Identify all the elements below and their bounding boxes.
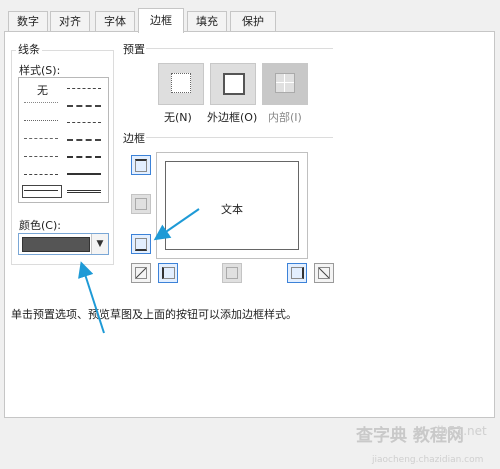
tab-border[interactable]: 边框 [138, 8, 184, 33]
watermark-line1: 查字典 [356, 426, 407, 446]
chevron-down-icon[interactable]: ▼ [91, 234, 108, 254]
line-style-dashed[interactable] [24, 174, 58, 175]
preset-outline-button[interactable] [210, 63, 256, 105]
border-left-button[interactable] [158, 263, 178, 283]
border-bottom-button[interactable] [131, 234, 151, 254]
preset-inside-label: 内部(I) [268, 111, 302, 124]
hint-text: 单击预置选项、预览草图及上面的按钮可以添加边框样式。 [11, 308, 297, 321]
line-style-dotted[interactable] [24, 120, 58, 121]
preset-group-title: 预置 [121, 41, 147, 57]
tab-protection-label: 保护 [242, 15, 264, 28]
line-style-none[interactable]: 无 [37, 82, 48, 98]
diagonal-up-icon [135, 267, 147, 279]
border-right-icon [291, 267, 304, 279]
line-style-thin-selected[interactable] [22, 185, 62, 198]
preset-none-label: 无(N) [164, 111, 192, 124]
tab-alignment-label: 对齐 [59, 15, 81, 28]
line-style-dash-dot[interactable] [24, 156, 58, 157]
border-left-icon [162, 267, 175, 279]
color-swatch [22, 237, 90, 252]
border-diagonal-up-button[interactable] [131, 263, 151, 283]
border-right-button[interactable] [287, 263, 307, 283]
preview-text: 文本 [221, 203, 243, 216]
tab-fill[interactable]: 填充 [187, 11, 227, 32]
watermark-site: jb51.net [437, 424, 487, 438]
preset-divider [146, 48, 333, 49]
watermark-url: jiaocheng.chazidian.com [372, 455, 484, 465]
line-style-dash-dot-dot-right[interactable] [67, 88, 101, 89]
tab-fill-label: 填充 [196, 15, 218, 28]
border-top-icon [135, 159, 147, 172]
border-top-button[interactable] [131, 155, 151, 175]
line-style-slant-dash-dot[interactable] [67, 122, 101, 123]
style-label: 样式(S): [19, 64, 61, 77]
border-divider [146, 137, 333, 138]
preset-inside-button[interactable] [262, 63, 308, 105]
tab-number[interactable]: 数字 [8, 11, 48, 32]
border-bottom-icon [135, 238, 147, 251]
tab-number-label: 数字 [17, 15, 39, 28]
preset-inside-icon [275, 73, 295, 93]
border-preview[interactable]: 文本 [156, 152, 308, 259]
preset-none-button[interactable] [158, 63, 204, 105]
line-style-double[interactable] [67, 190, 101, 193]
line-style-medium-dashed[interactable] [67, 156, 101, 158]
border-group-title: 边框 [121, 130, 147, 146]
color-label: 颜色(C): [19, 219, 61, 232]
border-diagonal-down-button[interactable] [314, 263, 334, 283]
preset-outline-icon [223, 73, 245, 95]
diagonal-down-icon [318, 267, 330, 279]
tab-protection[interactable]: 保护 [230, 11, 276, 32]
border-inside-horizontal-icon [135, 198, 147, 210]
preset-outline-label: 外边框(O) [207, 111, 258, 124]
line-style-list[interactable]: 无 [18, 77, 109, 203]
line-style-medium-dash-dot[interactable] [67, 139, 101, 141]
line-style-hair[interactable] [24, 102, 58, 103]
border-inside-vertical-icon [226, 267, 238, 279]
border-inside-vertical-button[interactable] [222, 263, 242, 283]
border-inside-horizontal-button[interactable] [131, 194, 151, 214]
tab-border-label: 边框 [150, 14, 172, 27]
line-group-title: 线条 [16, 41, 42, 57]
tab-alignment[interactable]: 对齐 [50, 11, 90, 32]
color-dropdown[interactable]: ▼ [18, 233, 109, 255]
tab-font-label: 字体 [104, 15, 126, 28]
preset-none-icon [171, 73, 191, 93]
line-style-dash-dot-dot[interactable] [24, 138, 58, 139]
line-style-medium[interactable] [67, 173, 101, 175]
line-style-medium-dash-dot-dot[interactable] [67, 105, 101, 107]
tab-font[interactable]: 字体 [95, 11, 135, 32]
